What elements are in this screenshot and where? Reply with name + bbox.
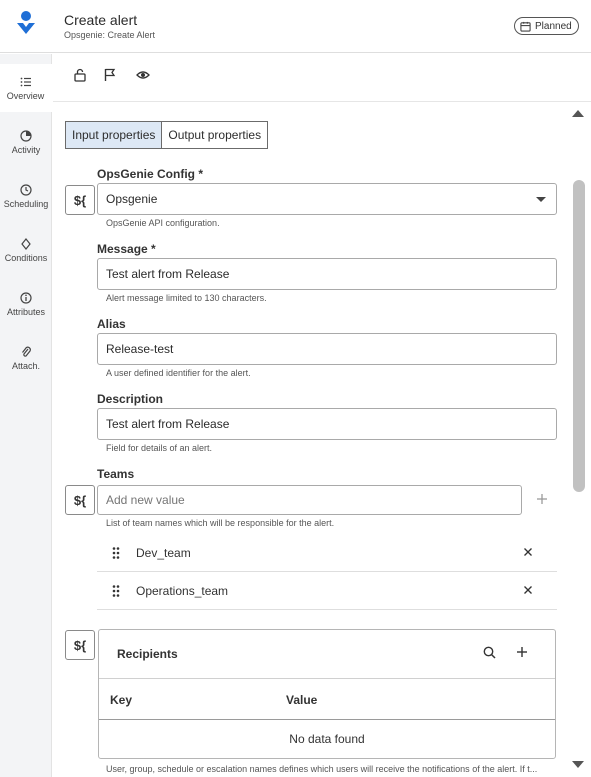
sidebar-item-label: Attach.	[11, 360, 40, 371]
list-icon	[20, 77, 31, 86]
sidebar: Overview Activity Scheduling Conditions …	[0, 54, 52, 777]
chevron-down-icon	[536, 197, 546, 202]
config-helper: OpsGenie API configuration.	[106, 218, 220, 228]
message-helper: Alert message limited to 130 characters.	[106, 293, 267, 303]
tab-output-properties[interactable]: Output properties	[162, 121, 269, 149]
calendar-icon	[520, 21, 531, 32]
sidebar-item-scheduling[interactable]: Scheduling	[0, 172, 52, 220]
header: Create alert Opsgenie: Create Alert Plan…	[0, 0, 591, 53]
sidebar-item-label: Attributes	[6, 306, 46, 317]
sidebar-item-label: Activity	[11, 144, 41, 155]
recipients-title: Recipients	[117, 647, 178, 661]
table-header: Key Value	[99, 678, 555, 720]
sidebar-item-attachments[interactable]: Attach.	[0, 334, 52, 382]
config-variable-button[interactable]: ${	[65, 185, 95, 215]
sidebar-item-overview[interactable]: Overview	[0, 64, 52, 112]
status-badge[interactable]: Planned	[514, 17, 579, 35]
search-icon[interactable]	[483, 646, 496, 659]
message-label: Message *	[97, 242, 156, 256]
sidebar-item-activity[interactable]: Activity	[0, 118, 52, 166]
teams-input[interactable]	[97, 485, 522, 515]
eye-icon[interactable]	[136, 68, 150, 82]
team-name: Operations_team	[136, 583, 229, 598]
lock-open-icon[interactable]	[73, 68, 87, 82]
clock-icon	[20, 183, 32, 196]
message-field[interactable]: Test alert from Release	[97, 258, 557, 290]
empty-state: No data found	[289, 732, 365, 746]
toolbar	[53, 54, 591, 102]
recipients-table: Recipients Key Value No data found	[98, 629, 556, 759]
paperclip-icon	[22, 346, 31, 357]
property-tabs: Input properties Output properties	[65, 121, 269, 149]
description-value: Test alert from Release	[106, 417, 230, 431]
status-badge-label: Planned	[535, 20, 572, 32]
config-select[interactable]: Opsgenie	[97, 183, 557, 215]
app-logo-icon	[17, 11, 35, 34]
add-icon[interactable]	[536, 493, 548, 505]
column-value: Value	[286, 693, 318, 707]
sidebar-item-label: Overview	[6, 90, 45, 101]
list-item: Dev_team	[97, 534, 557, 572]
list-item: Operations_team	[97, 572, 557, 610]
tab-input-properties[interactable]: Input properties	[65, 121, 163, 149]
page-title: Create alert	[64, 12, 138, 28]
teams-variable-button[interactable]: ${	[65, 485, 95, 515]
form-panel: Input properties Output properties OpsGe…	[53, 103, 567, 777]
alias-helper: A user defined identifier for the alert.	[106, 368, 251, 378]
drag-handle-icon[interactable]	[111, 546, 121, 560]
config-select-value: Opsgenie	[106, 192, 158, 206]
config-label: OpsGenie Config *	[97, 167, 204, 181]
info-icon	[20, 291, 32, 304]
scroll-up-icon[interactable]	[571, 108, 585, 118]
message-value: Test alert from Release	[106, 267, 230, 281]
close-icon[interactable]	[523, 547, 533, 557]
sidebar-item-label: Scheduling	[3, 198, 49, 209]
teams-helper: List of team names which will be respons…	[106, 518, 335, 528]
recipients-helper: User, group, schedule or escalation name…	[106, 764, 538, 774]
sidebar-item-label: Conditions	[4, 252, 48, 263]
column-key: Key	[110, 693, 133, 707]
sidebar-item-attributes[interactable]: Attributes	[0, 280, 52, 328]
page-subtitle: Opsgenie: Create Alert	[64, 30, 156, 40]
description-helper: Field for details of an alert.	[106, 443, 213, 453]
teams-label: Teams	[97, 467, 135, 481]
alias-field[interactable]: Release-test	[97, 333, 557, 365]
flag-icon[interactable]	[103, 68, 117, 82]
add-recipient-icon[interactable]	[516, 646, 528, 658]
sidebar-item-conditions[interactable]: Conditions	[0, 226, 52, 274]
description-field[interactable]: Test alert from Release	[97, 408, 557, 440]
description-label: Description	[97, 392, 164, 406]
alias-value: Release-test	[106, 342, 174, 356]
diamond-icon	[21, 237, 31, 250]
scrollbar-thumb[interactable]	[573, 180, 585, 492]
recipients-variable-button[interactable]: ${	[65, 630, 95, 660]
close-icon[interactable]	[523, 585, 533, 595]
scroll-down-icon[interactable]	[571, 760, 585, 770]
team-name: Dev_team	[136, 545, 191, 560]
alias-label: Alias	[97, 317, 126, 331]
drag-handle-icon[interactable]	[111, 584, 121, 598]
pie-icon	[20, 129, 32, 142]
